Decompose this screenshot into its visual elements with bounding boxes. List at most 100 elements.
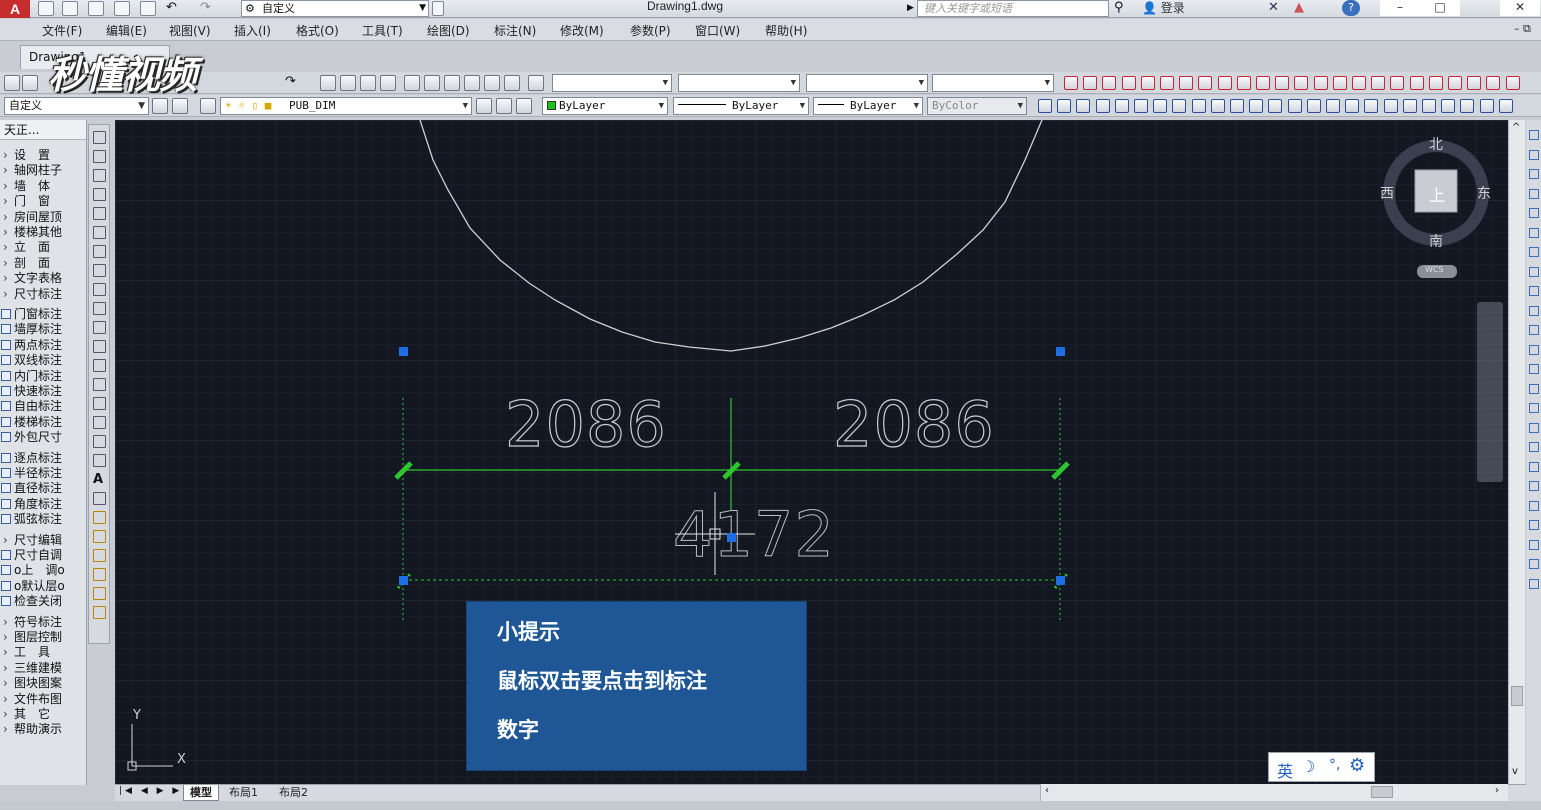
calculator-icon[interactable] [504, 75, 520, 91]
menu-insert[interactable]: 插入(I) [234, 22, 271, 39]
minimize-button[interactable]: – [1380, 0, 1420, 16]
spline-icon[interactable] [93, 283, 106, 296]
dimension-tool-icon[interactable] [1409, 76, 1424, 90]
rectangle-icon[interactable] [93, 207, 106, 220]
modify-tool-icon[interactable] [1529, 383, 1539, 394]
make-current-layer-icon[interactable] [476, 98, 492, 114]
pan-icon[interactable] [320, 75, 336, 91]
panel-item[interactable]: 房间屋顶 [0, 210, 86, 225]
lock-icon[interactable] [93, 587, 106, 600]
panel-item[interactable]: 符号标注 [0, 615, 86, 630]
dimension-tool-icon[interactable] [1428, 76, 1443, 90]
panel-item[interactable]: 内门标注 [0, 369, 86, 384]
binoculars-icon[interactable]: ⚲ [1114, 0, 1124, 15]
menu-format[interactable]: 格式(O) [296, 22, 339, 39]
revision-cloud-icon[interactable] [93, 264, 106, 277]
tianzheng-tool-icon[interactable] [1191, 99, 1206, 113]
sheet-set-icon[interactable] [464, 75, 480, 91]
layer-properties-icon[interactable] [200, 98, 216, 114]
help-icon[interactable]: ? [1342, 0, 1360, 16]
menu-draw[interactable]: 绘图(D) [427, 22, 470, 39]
tianzheng-tool-icon[interactable] [1383, 99, 1398, 113]
modify-tool-icon[interactable] [1529, 481, 1539, 491]
a360-icon[interactable]: ▲ [1294, 0, 1304, 15]
scroll-right-icon[interactable]: › [1495, 785, 1499, 796]
tianzheng-tool-icon[interactable] [1402, 99, 1417, 113]
polyline-icon[interactable] [93, 169, 106, 182]
panel-item[interactable]: 立 面 [0, 240, 86, 255]
scroll-left-icon[interactable]: ‹ [1045, 785, 1049, 796]
modify-tool-icon[interactable] [1529, 422, 1539, 433]
menu-dimension[interactable]: 标注(N) [494, 22, 536, 39]
dimension-tool-icon[interactable] [1448, 76, 1462, 90]
menu-tools[interactable]: 工具(T) [362, 22, 403, 39]
quick-access-dropdown[interactable] [432, 1, 444, 16]
redo-icon[interactable]: ↷ [200, 1, 216, 16]
dimension-tool-icon[interactable] [1294, 76, 1309, 90]
open-file-icon[interactable] [62, 1, 78, 16]
grip-text[interactable] [727, 533, 736, 542]
panel-item[interactable]: o默认层o [0, 579, 86, 594]
dimension-tool-icon[interactable] [1332, 76, 1347, 90]
save-as-icon[interactable] [114, 1, 130, 16]
modify-tool-icon[interactable] [1529, 325, 1539, 335]
exchange-icon[interactable]: ✕ [1268, 0, 1279, 15]
dimension-tool-icon[interactable] [1236, 76, 1251, 90]
panel-item[interactable]: 弧弦标注 [0, 512, 86, 527]
modify-tool-icon[interactable] [1529, 149, 1539, 160]
modify-tool-icon[interactable] [1529, 208, 1539, 218]
tianzheng-tool-icon[interactable] [1345, 99, 1360, 113]
menu-edit[interactable]: 编辑(E) [106, 22, 147, 39]
construction-line-icon[interactable] [93, 150, 106, 163]
panel-item[interactable]: 外包尺寸 [0, 430, 86, 445]
compass-east[interactable]: 东 [1477, 183, 1491, 203]
modify-tool-icon[interactable] [1529, 169, 1539, 179]
polygon-icon[interactable] [93, 188, 106, 201]
modify-tool-icon[interactable] [1529, 188, 1539, 199]
moon-icon[interactable]: ☽ [1301, 757, 1315, 776]
dimension-tool-icon[interactable] [1064, 76, 1078, 90]
panel-item[interactable]: 墙 体 [0, 179, 86, 194]
dimension-tool-icon[interactable] [1390, 76, 1405, 90]
compass-south[interactable]: 南 [1429, 231, 1443, 251]
vertical-scrollbar[interactable]: ^ v [1508, 120, 1525, 784]
panel-item[interactable]: 尺寸标注 [0, 287, 86, 302]
workspace-select[interactable]: ⚙ 自定义 ▼ [241, 0, 429, 17]
dimension-tool-icon[interactable] [1083, 76, 1098, 90]
panel-header[interactable]: 天正... [0, 120, 86, 140]
punctuation-icon[interactable]: °, [1329, 757, 1340, 773]
dimension-tool-icon[interactable] [1486, 76, 1501, 90]
panel-item[interactable]: 设 置 [0, 148, 86, 163]
panel-item[interactable]: 墙厚标注 [0, 322, 86, 337]
panel-item[interactable]: 文字表格 [0, 271, 86, 286]
arc-icon[interactable] [93, 226, 106, 239]
new-icon[interactable] [4, 75, 20, 91]
region-icon[interactable] [93, 435, 106, 448]
tianzheng-tool-icon[interactable] [1306, 99, 1321, 113]
grip-right-top[interactable] [1056, 347, 1065, 356]
undo-icon[interactable]: ↶ [166, 1, 182, 16]
modify-tool-icon[interactable] [1529, 266, 1539, 277]
workspace-combo[interactable]: 自定义 ▼ [4, 97, 149, 115]
vertical-scroll-thumb[interactable] [1511, 686, 1523, 706]
modify-tool-icon[interactable] [1529, 461, 1539, 472]
ellipse-icon[interactable] [93, 302, 106, 315]
design-center-icon[interactable] [424, 75, 440, 91]
panel-item[interactable]: 门窗标注 [0, 307, 86, 322]
modify-tool-icon[interactable] [1529, 286, 1539, 296]
markup-icon[interactable] [484, 75, 500, 91]
modify-tool-icon[interactable] [1529, 305, 1539, 316]
zoom-realtime-icon[interactable] [340, 75, 356, 91]
modify-tool-icon[interactable] [1529, 442, 1539, 452]
merge-icon[interactable] [93, 606, 106, 619]
grip-left-top[interactable] [399, 347, 408, 356]
ellipse-arc-icon[interactable] [93, 321, 106, 334]
panel-item[interactable]: 直径标注 [0, 481, 86, 496]
panel-item[interactable]: 检查关闭 [0, 594, 86, 609]
tab-model[interactable]: 模型 [183, 785, 219, 801]
isolate-icon[interactable] [93, 549, 106, 562]
panel-item[interactable]: 逐点标注 [0, 451, 86, 466]
drawing-canvas[interactable]: 2086 2086 4172 Y X 北 南 东 西 上 WCS [115, 120, 1508, 784]
table-style-combo[interactable]: ▼ [806, 74, 928, 92]
point-icon[interactable] [93, 378, 106, 391]
